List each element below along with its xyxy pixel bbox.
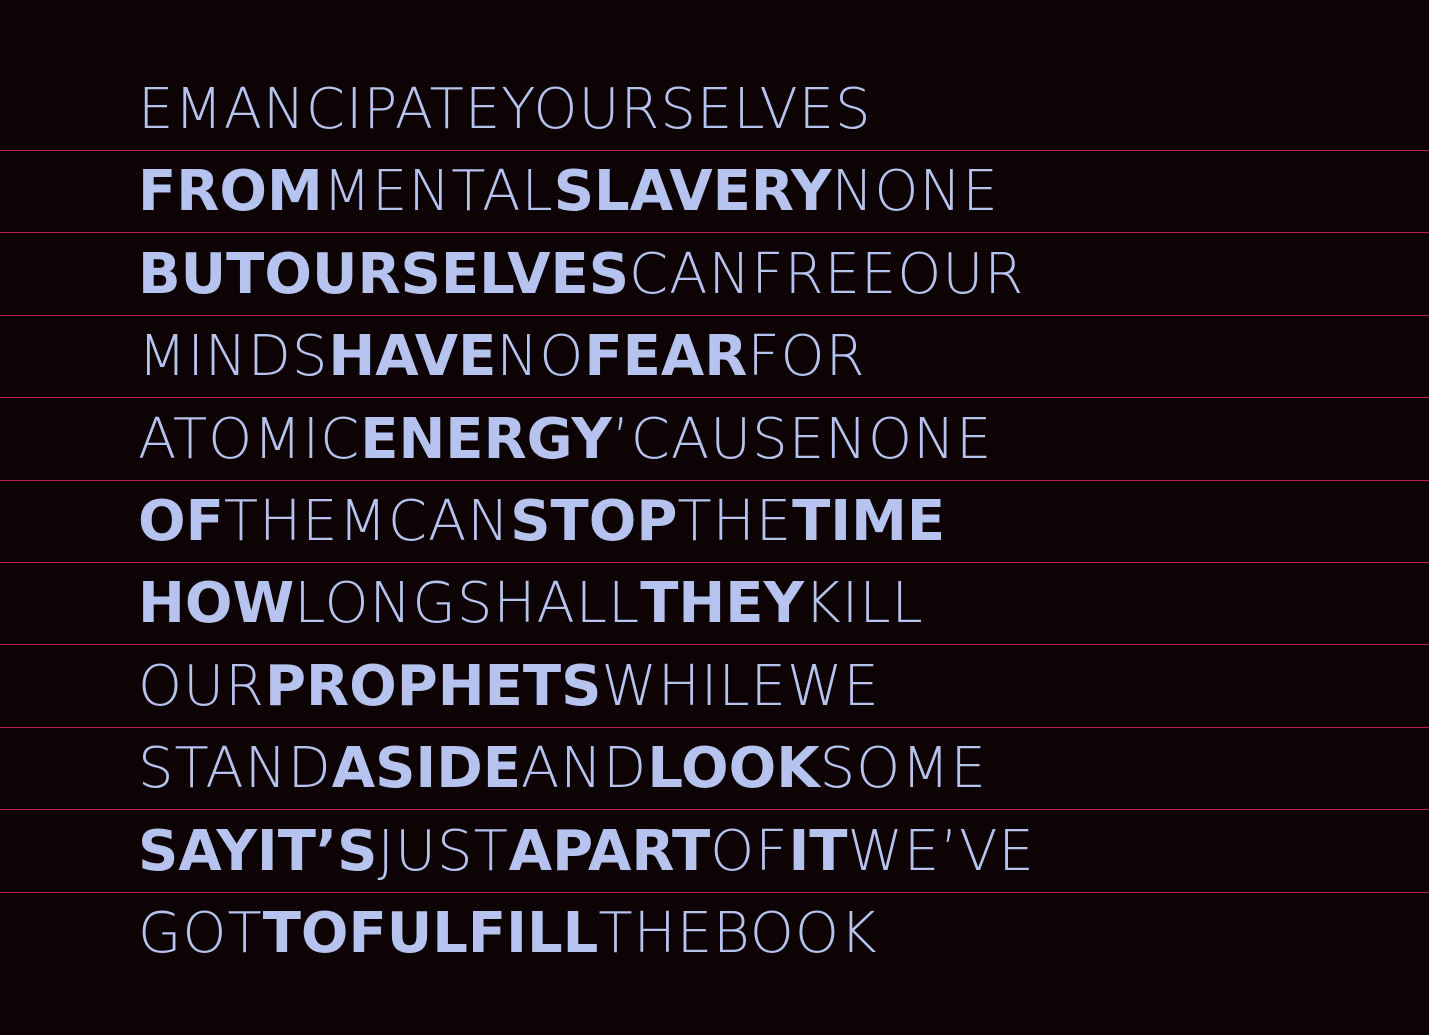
bold-word: Fear [584,325,748,386]
bold-word: Have [328,325,497,386]
type-specimen: Emancipate Yourselves From Mental Slavery Non… [0,0,1429,1035]
light-word: Of [710,819,789,880]
specimen-line: Stand Aside And Look Some [138,737,987,797]
specimen-line: Of Them Can Stop The Time [138,490,945,550]
specimen-line: Say It’s Just A Part Of It We’ve [138,820,1035,880]
light-word: Emancipate [138,78,502,138]
light-word: Book [713,902,878,962]
baseline-rule [0,726,1429,728]
bold-word: A [508,819,553,880]
baseline-rule [0,809,1429,811]
specimen-line: From Mental Slavery None [138,160,999,220]
light-word: Our [138,654,265,715]
bold-word: Of [138,490,224,550]
specimen-line: But Ourselves Can Free Our [138,243,1024,303]
light-word: And [520,737,648,798]
specimen-line: How Long Shall They Kill [138,572,924,632]
light-word: Free [751,242,898,303]
bold-word: Fulfill [348,902,599,962]
light-word: Atomic [138,407,361,468]
bold-word: They [640,572,805,633]
light-word: The [677,490,793,550]
light-word: Got [138,902,263,962]
baseline-rule [0,479,1429,481]
baseline-rule [0,891,1429,893]
light-word: Just [377,819,509,880]
bold-word: Energy [360,407,612,468]
baseline-rule [0,397,1429,399]
light-word: Some [819,737,987,798]
light-word: While [601,654,788,715]
light-word: Shall [456,572,641,633]
specimen-line: Got To Fulfill The Book [138,902,878,962]
baseline-rule [0,232,1429,234]
bold-word: Part [552,819,711,880]
specimen-line: Our Prophets While We [138,655,880,715]
bold-word: Aside [331,737,521,798]
baseline-rule [0,644,1429,646]
light-word: Them [223,490,388,550]
specimen-line: Emancipate Yourselves [138,78,872,138]
light-word: ’Cause [611,407,826,468]
light-word: Yourselves [501,78,872,138]
baseline-rule [0,562,1429,563]
bold-word: From [138,160,323,221]
bold-word: To [262,902,349,962]
bold-word: Prophets [264,654,602,715]
bold-word: How [138,572,295,633]
light-word: No [496,325,585,386]
light-word: Our [897,242,1025,303]
bold-word: It’s [256,819,378,880]
light-word: None [831,160,999,221]
light-word: Can [387,490,511,550]
bold-word: Time [792,490,946,550]
baseline-rule [0,150,1429,151]
light-word: Long [294,572,457,633]
light-word: Stand [138,737,332,798]
light-word: Minds [138,325,329,386]
bold-word: Say [138,819,257,880]
light-word: Can [629,242,752,303]
light-word: The [598,902,714,962]
bold-word: It [788,819,848,880]
light-word: None [825,407,993,468]
light-word: For [747,325,866,386]
light-word: We [787,654,880,715]
bold-word: But [138,242,265,303]
bold-word: Ourselves [264,242,630,303]
light-word: Mental [322,160,554,221]
light-word: Kill [804,572,924,633]
baseline-rule [0,314,1429,316]
bold-word: Look [647,737,820,798]
specimen-line: Atomic Energy ’Cause None [138,408,992,468]
bold-word: Slavery [553,160,832,221]
bold-word: Stop [510,490,678,550]
light-word: We’ve [847,819,1035,880]
specimen-line: Minds Have No Fear For [138,325,866,385]
